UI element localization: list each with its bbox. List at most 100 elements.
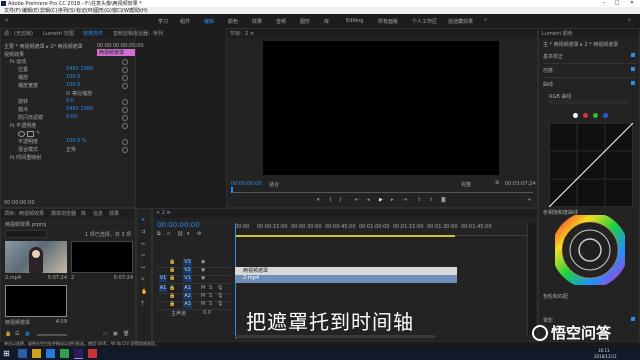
lock-icon[interactable]: 🔒	[169, 267, 175, 273]
white-channel-dot[interactable]	[573, 113, 578, 118]
workspace-tab-graphics[interactable]: 图形	[300, 18, 310, 25]
ellipse-mask-icon[interactable]	[18, 131, 25, 137]
workspace-tab-libraries[interactable]: 库	[324, 18, 329, 25]
add-marker-icon[interactable]: ▾	[187, 231, 190, 237]
row-value[interactable]: 0.00	[66, 114, 77, 120]
tab-audio-mixer[interactable]: 音频剪辑混合器：序列	[113, 30, 163, 37]
reset-icon[interactable]	[122, 67, 128, 73]
blue-channel-dot[interactable]	[603, 113, 608, 118]
workspace-tab-hide-seek[interactable]: 捉迷藏效果	[448, 18, 473, 25]
go-to-in-icon[interactable]: ⇤	[355, 197, 359, 203]
eye-icon[interactable]: ◉	[201, 259, 205, 265]
icon-view-icon[interactable]: ▦	[25, 331, 30, 337]
solo-button[interactable]: S	[209, 285, 212, 291]
microphone-icon[interactable]: 🎙	[217, 285, 223, 291]
step-forward-icon[interactable]: ▸	[391, 197, 394, 203]
add-marker-icon[interactable]: ▾	[317, 197, 320, 203]
effect-row[interactable]: fx 时间重映射	[4, 154, 132, 161]
source-patch-a1[interactable]: A1	[159, 285, 167, 292]
list-view-icon[interactable]: ☰	[15, 331, 19, 337]
microphone-icon[interactable]: 🎙	[217, 293, 223, 299]
reset-icon[interactable]	[122, 123, 128, 129]
taskbar-app-icon[interactable]	[32, 349, 41, 358]
row-value[interactable]: 100.0 %	[66, 138, 87, 144]
extract-icon[interactable]: ⇪	[429, 197, 433, 203]
workspace-tab-personal[interactable]: 个人工作区	[412, 18, 437, 25]
microphone-icon[interactable]: 🎙	[217, 301, 223, 307]
tab-source[interactable]: 源：(无剪辑)	[4, 30, 33, 37]
home-icon[interactable]: ⌂	[5, 17, 8, 23]
rectangle-mask-icon[interactable]	[27, 131, 34, 137]
workspace-tab-all-panels[interactable]: 所有面板	[378, 18, 398, 25]
effect-row[interactable]: 混合模式 正常	[4, 146, 132, 153]
tab-libraries[interactable]: 库	[81, 210, 86, 217]
vignette-checkbox[interactable]	[631, 317, 635, 321]
workspace-tab-color[interactable]: 颜色	[228, 18, 238, 25]
lock-icon[interactable]: 🔒	[169, 293, 175, 299]
lumetri-section-curves[interactable]: 曲线	[543, 81, 637, 88]
project-item[interactable]: 2.mp4 5:07:24	[5, 241, 67, 281]
workspace-more-icon[interactable]: »	[484, 17, 487, 23]
reset-icon[interactable]	[122, 107, 128, 113]
pen-mask-icon[interactable]: ✎	[36, 130, 40, 136]
delete-icon[interactable]: 🗑	[123, 331, 129, 337]
hand-tool-icon[interactable]: ✋	[141, 289, 147, 295]
settings-icon[interactable]: ⚙	[495, 180, 499, 186]
workspace-tab-assembly[interactable]: 组件	[180, 18, 190, 25]
tab-effect-controls[interactable]: 效果控件	[83, 30, 103, 37]
lock-icon[interactable]: 🔒	[169, 285, 175, 291]
enable-checkbox[interactable]	[631, 81, 635, 85]
effect-controls-clip-bar[interactable]: 两视频遮罩	[97, 49, 135, 56]
project-item[interactable]: 2 5:07:24	[71, 241, 133, 281]
taskbar-app-icon[interactable]	[88, 349, 97, 358]
menu-item-graphics[interactable]: 图形(G)	[94, 7, 112, 14]
timeline-scrollbar[interactable]	[235, 335, 435, 338]
solo-button[interactable]: S	[209, 293, 212, 299]
menu-item-file[interactable]: 文件(F)	[4, 7, 21, 14]
minimize-button[interactable]: –	[598, 0, 610, 7]
effect-row[interactable]: 位置 2450 1360	[4, 66, 132, 73]
tab-lumetri-scopes[interactable]: Lumetri 范围	[43, 30, 74, 37]
program-fit-select[interactable]: 适合	[269, 181, 279, 188]
row-value[interactable]: 0.0	[66, 98, 74, 104]
tab-effects[interactable]: 效果	[109, 210, 119, 217]
workspace-tab-audio[interactable]: 音频	[276, 18, 286, 25]
workspace-tab-learn[interactable]: 学习	[158, 18, 168, 25]
row-value[interactable]: 正常	[66, 146, 76, 153]
effect-row[interactable]: ☑ 等比缩放	[4, 90, 132, 97]
selection-tool-icon[interactable]: ➤	[141, 217, 145, 223]
ripple-edit-tool-icon[interactable]: ⟛	[141, 241, 146, 247]
track-header-a3[interactable]: 🔒 A3 M S 🎙	[157, 301, 231, 310]
menu-item-window[interactable]: 窗口(W)	[112, 7, 131, 14]
reset-icon[interactable]	[122, 83, 128, 89]
lumetri-section-creative[interactable]: 创意	[543, 67, 637, 78]
effect-row[interactable]: 不透明度 100.0 %	[4, 138, 132, 145]
rgb-curve-graph[interactable]	[549, 123, 633, 207]
mute-button[interactable]: M	[201, 301, 205, 307]
playhead-marker[interactable]	[231, 187, 233, 193]
effect-row[interactable]: fx 不透明度	[4, 122, 132, 129]
reset-icon[interactable]	[122, 59, 128, 65]
add-button-icon[interactable]: +	[527, 197, 531, 203]
snap-icon[interactable]: ∩	[167, 231, 171, 237]
tab-project[interactable]: 项目：两视频效果	[4, 210, 44, 217]
tab-sequence[interactable]: × 2 ≡	[156, 210, 171, 216]
mute-button[interactable]: M	[201, 285, 205, 291]
track-select-tool-icon[interactable]: ⇉	[141, 229, 145, 235]
taskbar-premiere-icon[interactable]	[74, 349, 83, 359]
maximize-button[interactable]: □	[611, 0, 623, 7]
timeline-clip-mask[interactable]: 两视频遮罩	[235, 267, 457, 275]
razor-tool-icon[interactable]: ✂	[141, 253, 145, 259]
nest-icon[interactable]: ⧉	[157, 231, 161, 237]
red-channel-dot[interactable]	[583, 113, 588, 118]
search-icon[interactable]: ⌕	[628, 17, 631, 23]
program-time-ruler[interactable]	[231, 188, 533, 193]
solo-button[interactable]: S	[209, 301, 212, 307]
step-back-icon[interactable]: ◂	[367, 197, 370, 203]
reset-icon[interactable]	[122, 115, 128, 121]
menu-item-sequence[interactable]: 序列(S)	[58, 7, 75, 14]
green-channel-dot[interactable]	[593, 113, 598, 118]
enable-checkbox[interactable]	[631, 67, 635, 71]
reset-icon[interactable]	[122, 139, 128, 145]
effect-row[interactable]: 旋转 0.0	[4, 98, 132, 105]
